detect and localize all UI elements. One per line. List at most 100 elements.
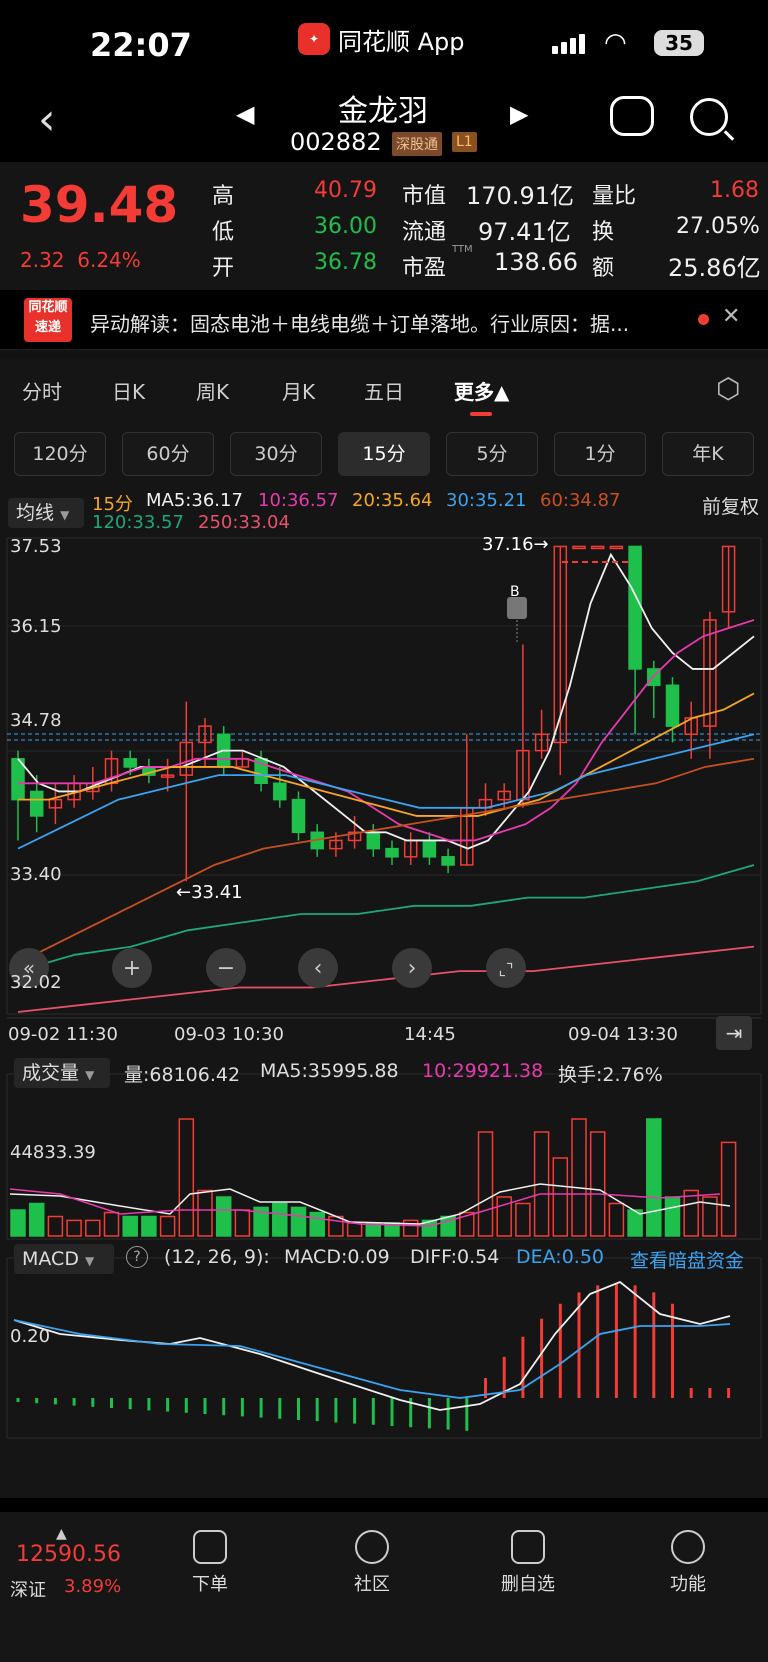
high-value: 40.79 xyxy=(314,178,377,203)
search-icon[interactable] xyxy=(690,98,728,136)
index-value[interactable]: 12590.56 xyxy=(16,1542,121,1567)
volume-bar xyxy=(608,1202,625,1237)
volume-bar xyxy=(47,1215,64,1237)
open-label: 开 xyxy=(212,256,235,281)
news-logo: 同花顺 速递 xyxy=(24,298,72,342)
volume-bar xyxy=(477,1131,494,1237)
app-icon: ✦ xyxy=(298,23,330,55)
period-120m[interactable]: 120分 xyxy=(14,432,106,476)
float-value: 97.41亿 xyxy=(478,218,571,246)
turn-label: 换 xyxy=(592,220,615,245)
amt-label: 额 xyxy=(592,256,615,281)
macd-params: (12, 26, 9): xyxy=(164,1246,270,1268)
macd-selector[interactable]: MACD ▼ xyxy=(14,1244,114,1274)
ma5-value: MA5:36.17 xyxy=(146,490,243,511)
volume-ma10: 10:29921.38 xyxy=(422,1060,544,1082)
dea-value: DEA:0.50 xyxy=(516,1246,605,1268)
volume-bar xyxy=(10,1209,26,1237)
back-icon[interactable]: ‹ xyxy=(38,98,56,142)
mcap-value: 170.91亿 xyxy=(466,182,574,210)
period-30m[interactable]: 30分 xyxy=(230,432,322,476)
macd-bars-group xyxy=(16,1283,731,1431)
volume-ma10-line xyxy=(9,1188,721,1227)
volume-bar xyxy=(28,1202,45,1237)
candle-body xyxy=(441,856,455,866)
period-yearly[interactable]: 年K xyxy=(662,432,754,476)
svg-text:›: › xyxy=(408,956,417,981)
volume-selector[interactable]: 成交量 ▼ xyxy=(14,1058,110,1088)
period-5m[interactable]: 5分 xyxy=(446,432,538,476)
stock-name: 金龙羽 xyxy=(338,94,428,129)
dark-pool-link[interactable]: 查看暗盘资金 xyxy=(630,1246,744,1273)
macd-lines-group xyxy=(13,1280,731,1411)
kline-chart-area: 均线 ▼ 15分 MA5:36.17 10:36.57 20:35.64 30:… xyxy=(0,488,768,1498)
close-icon[interactable]: ✕ xyxy=(722,304,740,329)
volume-bar xyxy=(234,1209,251,1237)
y-tick-3: 34.78 xyxy=(10,710,62,731)
candle-body xyxy=(572,545,586,550)
volume-y-tick: 44833.39 xyxy=(10,1142,96,1163)
open-value: 36.78 xyxy=(314,250,377,275)
functions-button[interactable]: 功能 xyxy=(648,1530,728,1596)
community-button[interactable]: 社区 xyxy=(332,1530,412,1596)
community-icon xyxy=(355,1530,389,1564)
kline-svg[interactable]: « + − ‹ › ⌞⌝ xyxy=(0,534,768,1454)
battery-icon: 35 xyxy=(654,30,704,56)
volume-bar xyxy=(85,1219,101,1237)
volume-turnover: 换手:2.76% xyxy=(558,1064,663,1086)
prev-stock-icon[interactable]: ◀ xyxy=(236,100,254,128)
svg-text:−: − xyxy=(217,956,235,981)
help-icon[interactable]: ? xyxy=(126,1246,148,1268)
title-bar: ‹ ◀ 金龙羽 002882 深股通 L1 ▶ xyxy=(0,80,768,162)
macd-y-tick: 0.20 xyxy=(10,1326,51,1347)
remove-watchlist-button[interactable]: 删自选 xyxy=(488,1530,568,1596)
ma60-value: 60:34.87 xyxy=(540,490,621,511)
svg-text:‹: ‹ xyxy=(314,956,323,981)
macd-value: MACD:0.09 xyxy=(284,1246,390,1268)
x-tick-4: 09-04 13:30 xyxy=(568,1024,678,1045)
index-up-arrow-icon: ▲ xyxy=(56,1526,67,1542)
period-1m[interactable]: 1分 xyxy=(554,432,646,476)
volume-bar xyxy=(122,1215,138,1237)
ma30-value: 30:35.21 xyxy=(446,490,527,511)
price-change: 2.32 6.24% xyxy=(20,248,141,272)
period-15m[interactable]: 15分 xyxy=(338,432,430,476)
tab-intraday[interactable]: 分时 xyxy=(22,376,62,405)
next-stock-icon[interactable]: ▶ xyxy=(510,100,528,128)
y-tick-1: 37.53 xyxy=(10,536,62,557)
volume-bar xyxy=(178,1118,195,1237)
volume-bar xyxy=(720,1141,737,1237)
news-text[interactable]: 异动解读：固态电池＋电线电缆＋订单落地。行业原因：据... xyxy=(90,308,629,337)
unread-dot-icon xyxy=(698,314,709,325)
y-tick-4: 33.40 xyxy=(10,864,62,885)
tab-more[interactable]: 更多▲ xyxy=(454,376,509,405)
candle-body xyxy=(422,839,437,858)
order-button[interactable]: 下单 xyxy=(170,1530,250,1596)
menu-icon xyxy=(671,1530,705,1564)
tab-weekly[interactable]: 周K xyxy=(196,376,229,405)
candle-body xyxy=(291,798,306,834)
robot-icon[interactable] xyxy=(610,96,654,136)
bottom-bar: ▲ 12590.56 深证 3.89% 下单 社区 删自选 功能 xyxy=(0,1512,768,1662)
tab-monthly[interactable]: 月K xyxy=(282,376,315,405)
volume-bar xyxy=(571,1118,587,1237)
stock-code: 002882 xyxy=(290,128,382,156)
ma-lines-group xyxy=(17,552,755,1013)
index-pct: 3.89% xyxy=(64,1576,122,1597)
pe-sup: TTM xyxy=(452,244,473,255)
tab-five-day[interactable]: 五日 xyxy=(364,376,404,405)
macd-panel-frame xyxy=(6,1257,762,1439)
tab-daily[interactable]: 日K xyxy=(112,376,145,405)
ma-line xyxy=(17,552,755,850)
low-label: 低 xyxy=(212,220,235,245)
chart-tabs: 分时 日K 周K 月K 五日 更多▲ ⬡ xyxy=(0,358,768,420)
news-banner[interactable]: 同花顺 速递 异动解读：固态电池＋电线电缆＋订单落地。行业原因：据... ✕ xyxy=(0,290,768,350)
adjust-toggle[interactable]: 前复权 xyxy=(702,492,759,519)
buy-marker xyxy=(507,597,527,619)
period-60m[interactable]: 60分 xyxy=(122,432,214,476)
volume-bar xyxy=(589,1131,606,1237)
order-icon xyxy=(193,1530,227,1564)
settings-hex-icon[interactable]: ⬡ xyxy=(716,372,740,405)
jump-latest-icon[interactable]: ⇥ xyxy=(716,1016,752,1050)
ma-selector[interactable]: 均线 ▼ xyxy=(8,498,84,528)
